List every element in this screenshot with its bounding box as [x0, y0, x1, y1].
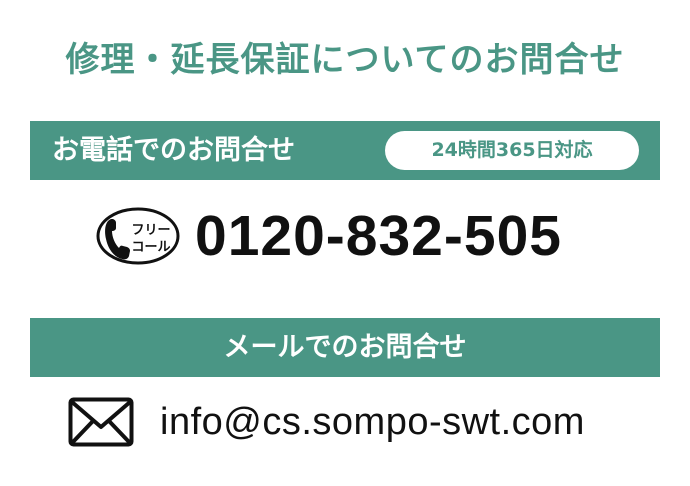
phone-section-title: お電話でのお問合せ [52, 135, 295, 166]
mail-icon-wrap [68, 397, 134, 447]
hours-badge: 24時間365日対応 [385, 131, 639, 170]
phone-number[interactable]: 0120-832-505 [195, 202, 562, 270]
mail-section-header: メールでのお問合せ [30, 318, 660, 377]
freecall-label-line1: フリー [131, 223, 170, 238]
page-title: 修理・延長保証についてのお問合せ [65, 40, 625, 80]
freecall-badge: フリー コール [96, 207, 180, 265]
phone-section-header: お電話でのお問合せ 24時間365日対応 [30, 121, 660, 180]
freecall-label-line2: コール [131, 240, 170, 255]
mail-section-title: メールでのお問合せ [223, 332, 467, 363]
envelope-icon [68, 397, 134, 447]
phone-handset-icon: フリー コール [96, 207, 180, 265]
email-address-link[interactable]: info@cs.sompo-swt.com [160, 398, 585, 446]
